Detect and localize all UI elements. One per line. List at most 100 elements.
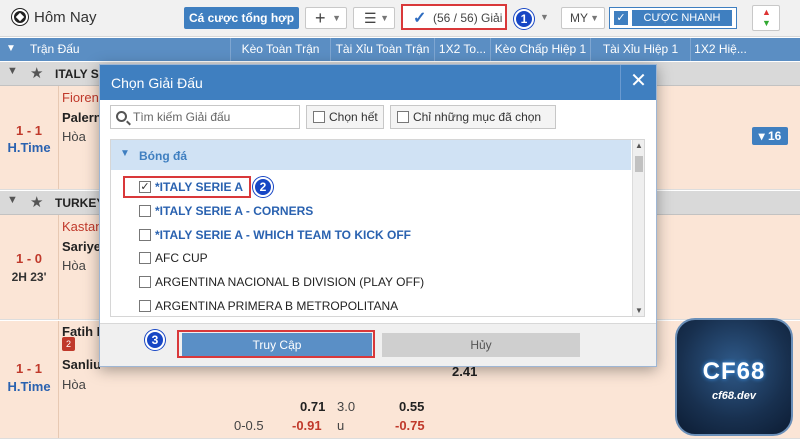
league-option-label: ARGENTINA PRIMERA B METROPOLITANA [155,299,399,313]
draw-label: Hòa [62,377,86,392]
league-count: (56 / 56) Giải [433,11,503,25]
scrollbar-thumb[interactable] [635,156,643,172]
step-badge-1: 1 [514,9,534,29]
checkbox-icon[interactable] [139,276,151,288]
match-time: H.Time [7,379,51,394]
league-option-label: *ITALY SERIE A - WHICH TEAM TO KICK OFF [155,228,412,242]
modal-header: Chọn Giải Đấu ✕ [100,65,656,100]
match-score: 1 - 1 [15,123,42,138]
chevron-down-icon[interactable]: ▼ [540,12,549,22]
page-title: Hôm Nay [34,9,97,26]
sort-icon: ☰ [364,10,377,26]
more-markets-button[interactable]: ▾ 16 [752,127,788,145]
league-name: ITALY S [55,67,99,81]
quick-bet-toggle[interactable]: ✓ CƯỢC NHANH [609,7,737,29]
league-name: TURKEY [55,196,105,210]
only-selected-label: Chỉ những mục đã chọn [413,110,542,124]
divider [58,321,59,438]
col-header: Tài Xỉu Hiệp 1 [590,38,690,61]
brand-name: CF68 [702,358,766,385]
chevron-down-icon: ▼ [120,148,130,159]
away-team[interactable]: Sariye [62,239,100,254]
divider [58,86,59,189]
away-team[interactable]: Palern [62,110,100,125]
league-option-label: ARGENTINA NACIONAL B DIVISION (PLAY OFF) [155,275,425,289]
red-card-icon: 2 [62,337,75,351]
league-option-label: AFC CUP [155,251,208,265]
highlight-frame [177,330,375,358]
checkbox-icon [397,111,409,123]
search-icon [116,111,127,122]
arrow-up-icon[interactable]: ▲ [635,141,643,150]
add-dropdown[interactable]: + ▼ [305,7,347,29]
league-select-button[interactable]: ✓ (56 / 56) Giải [401,4,507,30]
brand-domain: cf68.dev [711,390,757,402]
chevron-down-icon[interactable]: ▼ [6,38,16,60]
checkbox-checked-icon: ✓ [614,11,628,25]
checkbox-icon [313,111,325,123]
col-header: Kèo Chấp Hiệp 1 [490,38,590,61]
sport-group-name: Bóng đá [139,149,187,163]
odds-value[interactable]: -0.91 [292,418,322,433]
select-all-checkbox[interactable]: Chọn hết [306,105,384,129]
list-scrollbar[interactable]: ▲ ▼ [632,140,644,316]
divider [58,215,59,319]
match-time: 2H 23' [11,270,47,284]
league-option-label: *ITALY SERIE A - CORNERS [155,204,314,218]
chevron-down-icon[interactable]: ▼ [7,65,18,77]
col-header: Kèo Toàn Trận [230,38,330,61]
odds-change-button[interactable]: ▲ ▼ [752,5,780,31]
arrow-down-icon[interactable]: ▼ [635,306,643,315]
table-header: ▼ Trận Đấu Kèo Toàn Trận Tài Xỉu Toàn Tr… [0,38,800,61]
odds-value[interactable]: -0.75 [395,418,425,433]
plus-icon: + [315,8,326,28]
odds-format-label: MY [570,11,588,25]
col-header: 1X2 To... [434,38,490,61]
step-badge-2: 2 [253,177,273,197]
league-select-modal: Chọn Giải Đấu ✕ Chọn hết Chỉ những mục đ… [99,64,657,367]
chevron-down-icon: ▼ [590,13,599,23]
checkbox-icon[interactable] [139,229,151,241]
league-list: ▼ Bóng đá ✓ *ITALY SERIE A *ITALY SERIE … [110,139,645,317]
modal-title: Chọn Giải Đấu [111,75,203,91]
match-score: 1 - 0 [15,251,42,266]
home-team[interactable]: Fioren [62,90,100,105]
quick-bet-label: CƯỢC NHANH [632,10,732,26]
chevron-down-icon: ▼ [380,13,389,23]
bet-summary-button[interactable]: Cá cược tổng hợp [184,7,299,29]
checkbox-icon[interactable] [139,205,151,217]
league-search [110,105,300,129]
chevron-down-icon[interactable]: ▼ [7,194,18,206]
away-team[interactable]: Sanliu [62,357,100,372]
search-input[interactable] [133,109,293,125]
star-icon[interactable]: ★ [30,193,43,211]
check-icon: ✓ [413,10,427,27]
close-icon[interactable]: ✕ [620,65,656,100]
soccer-ball-icon [12,9,28,25]
sport-group-header[interactable]: ▼ Bóng đá [111,140,631,170]
only-selected-checkbox[interactable]: Chỉ những mục đã chọn [390,105,556,129]
home-team[interactable]: Kastan [62,219,100,234]
arrow-down-icon: ▼ [762,18,771,28]
odds-line: 0-0.5 [234,418,264,433]
match-time: H.Time [7,140,51,155]
chevron-down-icon: ▼ [332,13,341,23]
odds-value[interactable]: 0.55 [399,399,424,414]
checkbox-icon[interactable] [139,252,151,264]
star-icon[interactable]: ★ [30,64,43,82]
brand-logo: CF68 cf68.dev [675,318,793,436]
step-badge-3: 3 [145,330,165,350]
cancel-button[interactable]: Hủy [382,333,580,357]
col-header: Trận Đấu [30,42,80,56]
odds-format-dropdown[interactable]: MY ▼ [561,7,605,29]
odds-line: u [337,418,345,433]
col-header: Tài Xỉu Toàn Trận [330,38,434,61]
checkbox-icon[interactable] [139,300,151,312]
odds-value[interactable]: 0.71 [300,399,325,414]
match-score: 1 - 1 [15,361,42,376]
col-header: 1X2 Hiệ... [690,38,750,61]
draw-label: Hòa [62,129,86,144]
sort-dropdown[interactable]: ☰ ▼ [353,7,395,29]
draw-label: Hòa [62,258,86,273]
select-all-label: Chọn hết [329,110,378,124]
